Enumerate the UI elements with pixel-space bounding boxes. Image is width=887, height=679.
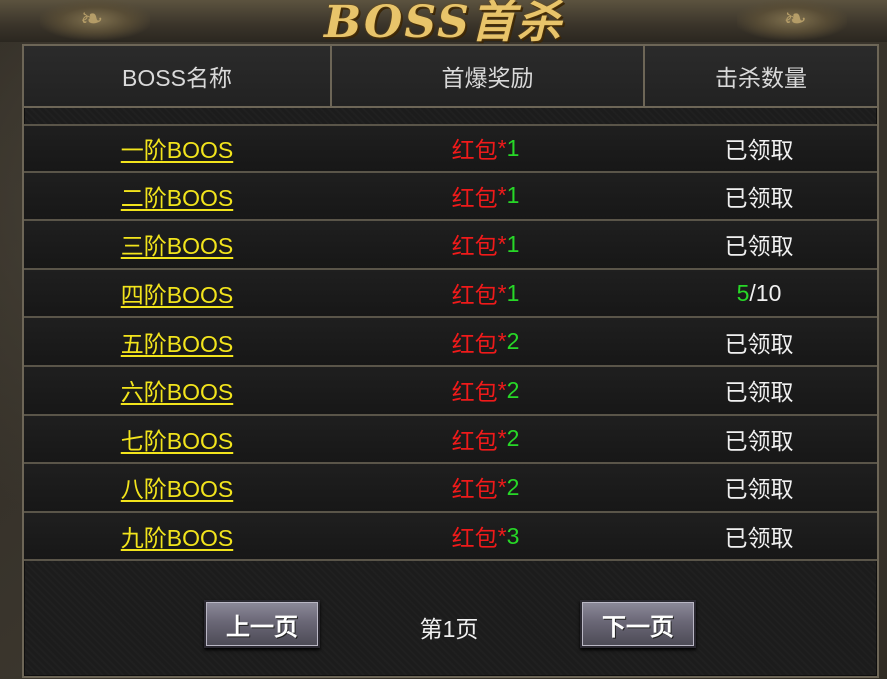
boss-name-link[interactable]: 五阶BOOS — [121, 325, 233, 359]
table-header: BOSS名称 首爆奖励 击杀数量 — [24, 46, 877, 108]
table-row: 九阶BOOS 红包 * 3 已领取 — [24, 512, 877, 562]
status-claimed: 已领取 — [724, 427, 794, 454]
boss-table-body: 一阶BOOS 红包 * 1 已领取 二阶BOOS 红包 * 1 已领取 三阶BOOS 红… — [24, 124, 877, 562]
reward-cell: 红包 * 2 — [451, 473, 520, 503]
boss-panel: BOSS名称 首爆奖励 击杀数量 一阶BOOS 红包 * 1 已领取 二阶BOOS … — [22, 44, 879, 678]
prev-page-button[interactable]: 上一页 — [204, 600, 320, 648]
table-row: 四阶BOOS 红包 * 1 5/10 — [24, 269, 877, 319]
table-row: 七阶BOOS 红包 * 2 已领取 — [24, 415, 877, 465]
boss-name-link[interactable]: 一阶BOOS — [121, 131, 233, 165]
table-row: 二阶BOOS 红包 * 1 已领取 — [24, 172, 877, 222]
boss-name-link[interactable]: 二阶BOOS — [121, 179, 233, 213]
table-row: 八阶BOOS 红包 * 2 已领取 — [24, 464, 877, 513]
pagination: 上一页 第1页 下一页 — [24, 598, 877, 650]
reward-cell: 红包 * 1 — [451, 279, 520, 309]
status-claimed: 已领取 — [724, 137, 794, 164]
header-kill-count: 击杀数量 — [715, 65, 807, 91]
reward-cell: 红包 * 2 — [451, 376, 520, 406]
boss-name-link[interactable]: 七阶BOOS — [121, 422, 233, 456]
reward-cell: 红包 * 2 — [451, 328, 520, 357]
status-claimed: 已领取 — [724, 233, 794, 260]
status-claimed: 已领取 — [724, 379, 794, 406]
page-indicator: 第1页 — [419, 616, 479, 642]
table-row: 六阶BOOS 红包 * 2 已领取 — [24, 366, 877, 416]
next-page-button[interactable]: 下一页 — [580, 600, 696, 648]
kill-progress: 5/10 — [736, 279, 782, 306]
reward-cell: 红包 * 3 — [451, 522, 520, 552]
boss-name-link[interactable]: 四阶BOOS — [121, 276, 233, 310]
boss-name-link[interactable]: 九阶BOOS — [121, 519, 233, 553]
boss-name-link[interactable]: 八阶BOOS — [121, 470, 233, 504]
boss-name-link[interactable]: 六阶BOOS — [121, 373, 233, 407]
reward-cell: 红包 * 1 — [451, 182, 520, 211]
dragon-ornament-icon: ❧ — [737, 0, 847, 40]
boss-name-link[interactable]: 三阶BOOS — [121, 227, 233, 261]
table-row: 三阶BOOS 红包 * 1 已领取 — [24, 221, 877, 270]
reward-cell: 红包 * 2 — [451, 425, 520, 454]
table-row: 一阶BOOS 红包 * 1 已领取 — [24, 124, 877, 173]
status-claimed: 已领取 — [724, 476, 794, 503]
title-bar: ❧ BOSS首杀 ❧ — [0, 0, 887, 48]
status-claimed: 已领取 — [724, 525, 794, 552]
header-first-reward: 首爆奖励 — [332, 46, 645, 106]
status-claimed: 已领取 — [724, 330, 794, 357]
table-row: 五阶BOOS 红包 * 2 已领取 — [24, 318, 877, 367]
status-claimed: 已领取 — [724, 184, 794, 211]
header-boss-name: BOSS名称 — [24, 46, 332, 106]
reward-cell: 红包 * 1 — [451, 134, 520, 164]
reward-cell: 红包 * 1 — [451, 230, 520, 260]
